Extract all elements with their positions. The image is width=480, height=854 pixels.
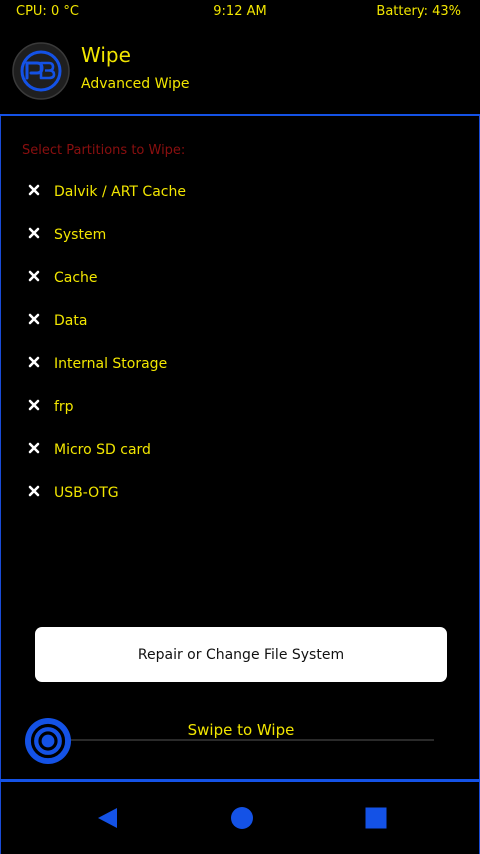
partition-label: USB-OTG <box>54 485 119 501</box>
partition-item-system[interactable]: System <box>1 213 480 256</box>
x-mark-icon <box>28 313 40 325</box>
partition-item-data[interactable]: Data <box>1 299 480 342</box>
status-battery: Battery: 43% <box>376 4 461 19</box>
partition-item-dalvik[interactable]: Dalvik / ART Cache <box>1 170 480 213</box>
x-mark-icon <box>28 442 40 454</box>
partition-list: Dalvik / ART Cache System Cache Data Int… <box>1 170 480 514</box>
navigation-bar <box>0 782 480 854</box>
x-mark-icon <box>28 227 40 239</box>
partition-label: Dalvik / ART Cache <box>54 184 186 200</box>
partition-item-usb-otg[interactable]: USB-OTG <box>1 471 480 514</box>
section-label: Select Partitions to Wipe: <box>22 143 186 158</box>
pb-logo-icon <box>12 42 70 100</box>
partition-label: Cache <box>54 270 98 286</box>
header: Wipe Advanced Wipe <box>0 24 480 114</box>
wipe-panel: Select Partitions to Wipe: Dalvik / ART … <box>0 116 480 780</box>
page-title: Wipe <box>81 43 131 67</box>
partition-item-cache[interactable]: Cache <box>1 256 480 299</box>
swipe-track[interactable] <box>69 739 434 741</box>
status-bar: 9:12 AM CPU: 0 °C Battery: 43% <box>0 0 480 24</box>
square-recent-icon[interactable] <box>364 806 388 830</box>
page-subtitle: Advanced Wipe <box>81 76 190 92</box>
x-mark-icon <box>28 184 40 196</box>
swipe-label: Swipe to Wipe <box>187 721 295 739</box>
repair-file-system-button[interactable]: Repair or Change File System <box>35 627 447 682</box>
status-cpu: CPU: 0 °C <box>16 4 79 19</box>
partition-item-micro-sd[interactable]: Micro SD card <box>1 428 480 471</box>
x-mark-icon <box>28 485 40 497</box>
partition-item-frp[interactable]: frp <box>1 385 480 428</box>
partition-label: frp <box>54 399 74 415</box>
x-mark-icon <box>28 270 40 282</box>
partition-item-internal-storage[interactable]: Internal Storage <box>1 342 480 385</box>
triangle-back-icon[interactable] <box>96 806 120 830</box>
partition-label: Internal Storage <box>54 356 168 372</box>
partition-label: System <box>54 227 107 243</box>
x-mark-icon <box>28 399 40 411</box>
circle-home-icon[interactable] <box>230 806 254 830</box>
swipe-handle-icon[interactable] <box>24 717 72 765</box>
partition-label: Data <box>54 313 88 329</box>
x-mark-icon <box>28 356 40 368</box>
partition-label: Micro SD card <box>54 442 151 458</box>
